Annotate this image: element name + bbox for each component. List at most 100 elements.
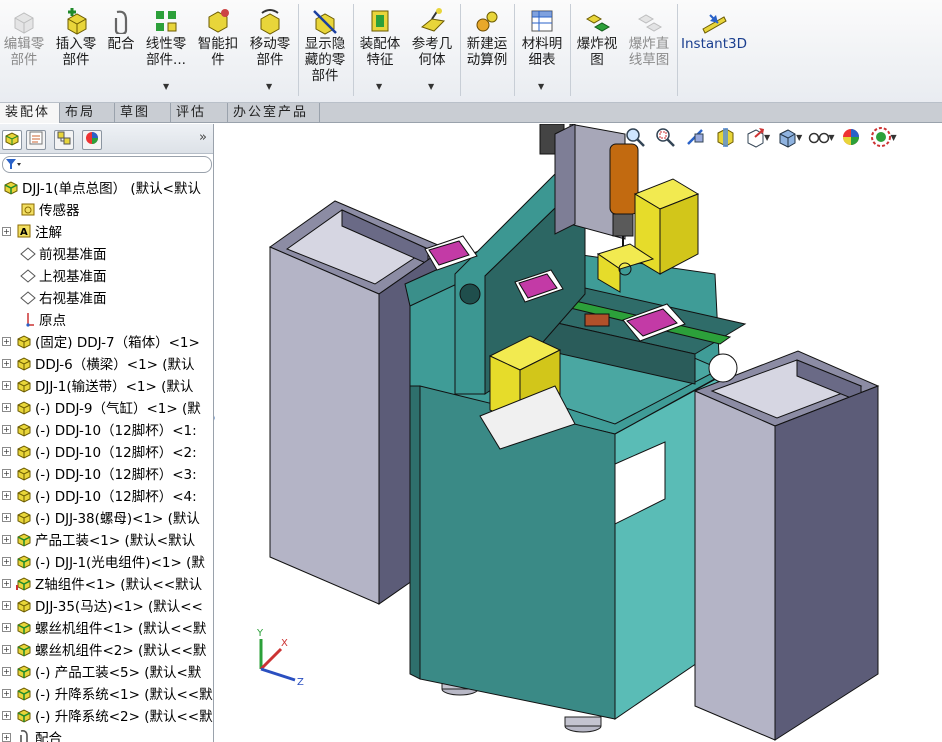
- expand-toggle-icon[interactable]: +: [2, 644, 11, 654]
- instant3d-button[interactable]: Instant3D: [681, 6, 747, 52]
- coordinate-triad: Y X Z: [256, 628, 304, 688]
- tree-item[interactable]: + (-) DDJ-10（12脚杯）<1:: [0, 418, 213, 440]
- assembly-3d-model[interactable]: Y X Z: [215, 124, 942, 742]
- tree-item[interactable]: + (-) DDJ-9（气缸）<1> (默: [0, 396, 213, 418]
- tab-office-products[interactable]: 办公室产品: [228, 103, 320, 123]
- expand-toggle-icon[interactable]: +: [2, 732, 11, 742]
- configuration-manager-tab[interactable]: [54, 130, 74, 150]
- linear-component-pattern-button[interactable]: 线性零 部件...: [142, 6, 190, 68]
- smart-fasteners-button[interactable]: 智能扣 件: [195, 6, 241, 68]
- tree-item[interactable]: + A 注解: [0, 220, 213, 242]
- expand-toggle-icon[interactable]: +: [2, 468, 11, 478]
- expand-toggle-icon[interactable]: +: [2, 600, 11, 610]
- expand-toggle-icon[interactable]: +: [2, 710, 11, 720]
- expand-toggle-icon[interactable]: +: [2, 490, 11, 500]
- part-icon: [15, 443, 32, 460]
- tree-item[interactable]: + DDJ-6（横梁）<1> (默认: [0, 352, 213, 374]
- expand-toggle-icon[interactable]: +: [2, 512, 11, 522]
- plane-icon: [19, 267, 36, 284]
- tree-item[interactable]: 右视基准面: [0, 286, 213, 308]
- new-motion-study-button[interactable]: 新建运 动算例: [463, 6, 511, 68]
- linear-pattern-icon: [151, 6, 181, 36]
- expand-toggle-icon[interactable]: +: [2, 534, 11, 544]
- tree-item[interactable]: + (-) DJJ-38(螺母)<1> (默认: [0, 506, 213, 528]
- tab-sketch[interactable]: 草图: [115, 103, 171, 123]
- expand-toggle-icon[interactable]: +: [2, 622, 11, 632]
- triad-z-label: Z: [297, 677, 304, 688]
- move-component-button[interactable]: 移动零 部件: [246, 6, 294, 68]
- tree-item-label: (-) DDJ-10（12脚杯）<2:: [35, 445, 197, 461]
- expand-toggle-icon[interactable]: +: [2, 688, 11, 698]
- svg-text:A: A: [20, 227, 28, 238]
- tree-item-label: (-) DDJ-9（气缸）<1> (默: [35, 401, 201, 417]
- tab-evaluate[interactable]: 评估: [171, 103, 228, 123]
- tree-item-label: (-) DDJ-10（12脚杯）<1:: [35, 423, 197, 439]
- chevron-down-icon[interactable]: ▼: [376, 82, 382, 91]
- tree-item-label: (-) DDJ-10（12脚杯）<4:: [35, 489, 197, 505]
- expand-toggle-icon[interactable]: +: [2, 556, 11, 566]
- chevron-down-icon[interactable]: ▼: [163, 82, 169, 91]
- panel-expand-arrows-icon[interactable]: »: [199, 130, 207, 145]
- expand-toggle-icon[interactable]: +: [2, 666, 11, 676]
- explode-line-sketch-icon: [634, 6, 664, 36]
- filter-icon[interactable]: [5, 157, 21, 175]
- tree-root-assembly[interactable]: DJJ-1(单点总图） (默认<默认: [0, 176, 213, 198]
- part-icon: [15, 399, 32, 416]
- reference-geometry-button[interactable]: 参考几 何体: [408, 6, 456, 68]
- tree-item[interactable]: 上视基准面: [0, 264, 213, 286]
- assembly-features-button[interactable]: 装配体 特征: [356, 6, 404, 68]
- tree-item-label: DJJ-1(单点总图） (默认<默认: [22, 181, 201, 197]
- tab-assembly[interactable]: 装配体: [0, 103, 60, 123]
- edit-component-button[interactable]: 编辑零 部件: [2, 6, 46, 68]
- tree-item-label: (-) DDJ-10（12脚杯）<3:: [35, 467, 197, 483]
- tree-item[interactable]: 传感器: [0, 198, 213, 220]
- expand-toggle-icon[interactable]: +: [2, 380, 11, 390]
- chevron-down-icon[interactable]: ▼: [266, 82, 272, 91]
- expand-toggle-icon[interactable]: +: [2, 358, 11, 368]
- display-manager-tab[interactable]: [82, 130, 102, 150]
- tree-item[interactable]: + Z轴组件<1> (默认<<默认: [0, 572, 213, 594]
- tree-item-label: 注解: [35, 225, 62, 241]
- tree-item[interactable]: + 产品工装<1> (默认<默认: [0, 528, 213, 550]
- expand-toggle-icon[interactable]: +: [2, 424, 11, 434]
- tree-item[interactable]: + (-) 升降系统<2> (默认<<默: [0, 704, 213, 726]
- tab-layout[interactable]: 布局: [60, 103, 115, 123]
- mate-button[interactable]: 配合: [103, 6, 139, 52]
- feature-manager-tab[interactable]: [2, 130, 22, 150]
- expand-toggle-icon[interactable]: +: [2, 336, 11, 346]
- chevron-down-icon[interactable]: ▼: [538, 82, 544, 91]
- bill-of-materials-button[interactable]: 材料明 细表: [518, 6, 566, 68]
- tree-item[interactable]: + 螺丝机组件<2> (默认<<默: [0, 638, 213, 660]
- explode-line-sketch-button[interactable]: 爆炸直 线草图: [625, 6, 673, 68]
- exploded-view-button[interactable]: 爆炸视 图: [573, 6, 621, 68]
- insert-components-button[interactable]: 插入零 部件: [53, 6, 99, 68]
- expand-toggle-icon[interactable]: +: [2, 226, 11, 236]
- chevron-down-icon[interactable]: ▼: [428, 82, 434, 91]
- tree-item[interactable]: + (-) DDJ-10（12脚杯）<2:: [0, 440, 213, 462]
- tree-item[interactable]: + DJJ-1(输送带）<1> (默认: [0, 374, 213, 396]
- tree-item[interactable]: + (固定) DDJ-7（箱体）<1>: [0, 330, 213, 352]
- tree-item-label: (-) DJJ-38(螺母)<1> (默认: [35, 511, 200, 527]
- tree-item[interactable]: + 螺丝机组件<1> (默认<<默: [0, 616, 213, 638]
- tree-item[interactable]: + DJJ-35(马达)<1> (默认<<: [0, 594, 213, 616]
- tree-item[interactable]: + (-) DDJ-10（12脚杯）<4:: [0, 484, 213, 506]
- expand-toggle-icon[interactable]: +: [2, 402, 11, 412]
- property-manager-tab[interactable]: [26, 130, 46, 150]
- tree-item[interactable]: 前视基准面: [0, 242, 213, 264]
- tree-item[interactable]: + (-) DDJ-10（12脚杯）<3:: [0, 462, 213, 484]
- tree-item[interactable]: 原点: [0, 308, 213, 330]
- feature-manager-icon: [4, 130, 20, 150]
- graphics-area[interactable]: ▼ ▼ ▼ ▼ Y X Z: [215, 124, 942, 742]
- expand-toggle-icon[interactable]: +: [2, 578, 11, 588]
- filter-input[interactable]: [2, 156, 212, 173]
- ribbon-separator: [460, 4, 461, 96]
- expand-toggle-icon[interactable]: +: [2, 446, 11, 456]
- part-icon: [15, 355, 32, 372]
- tree-item[interactable]: + (-) DJJ-1(光电组件)<1> (默: [0, 550, 213, 572]
- tree-item-label: DJJ-1(输送带）<1> (默认: [35, 379, 194, 395]
- show-hidden-components-button[interactable]: 显示隐 藏的零 部件: [301, 6, 349, 84]
- assembly-icon: [2, 179, 19, 196]
- tree-item[interactable]: + (-) 产品工装<5> (默认<默: [0, 660, 213, 682]
- tree-item[interactable]: + 配合: [0, 726, 213, 742]
- tree-item[interactable]: + (-) 升降系统<1> (默认<<默: [0, 682, 213, 704]
